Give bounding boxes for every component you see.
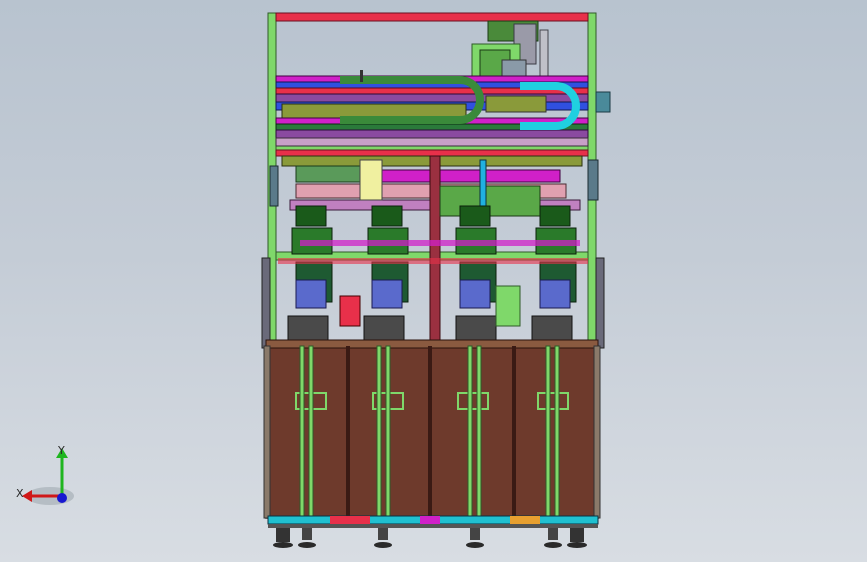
x-axis-label: X bbox=[16, 487, 24, 500]
cad-viewport[interactable]: Y X bbox=[0, 0, 867, 562]
leveling-feet bbox=[273, 528, 587, 548]
z-axis-dot-icon bbox=[57, 493, 67, 503]
y-axis-label: Y bbox=[57, 444, 65, 457]
machine-assembly-model[interactable] bbox=[0, 0, 867, 562]
orientation-triad[interactable]: Y X bbox=[10, 440, 80, 510]
horizontal-rail-stack bbox=[275, 70, 589, 147]
station-3 bbox=[455, 205, 497, 347]
base-strip bbox=[267, 515, 599, 528]
station-1 bbox=[287, 205, 333, 347]
station-4 bbox=[531, 205, 577, 347]
station-2 bbox=[363, 205, 409, 347]
